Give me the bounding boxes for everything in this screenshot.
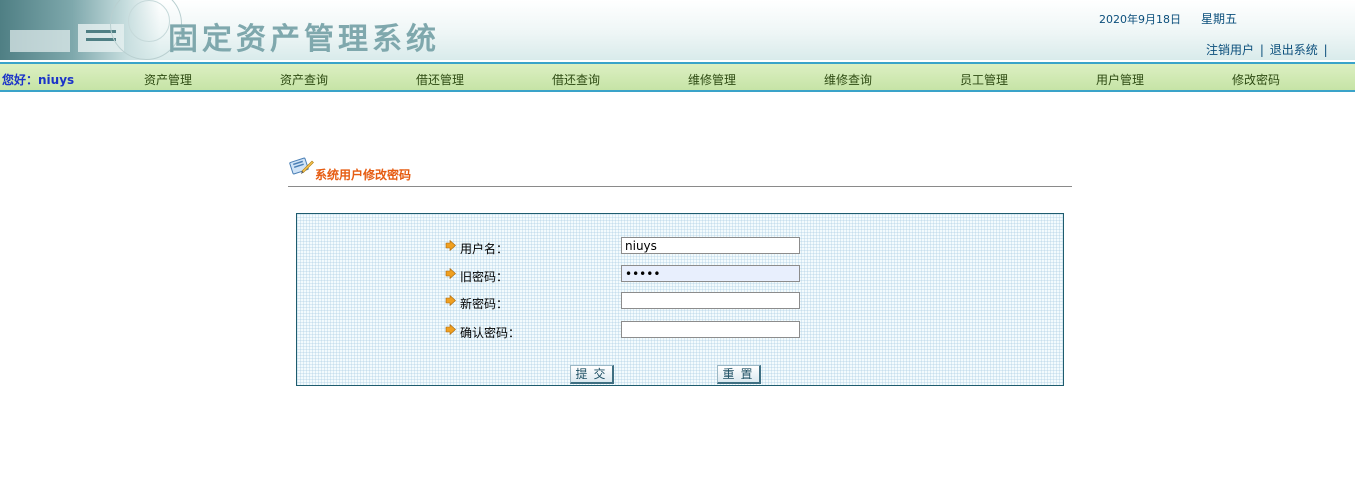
confirm-password-label: 确认密码： [460,326,521,340]
link-separator: | [1323,43,1328,57]
arrow-right-icon [445,324,456,335]
user-greeting: 您好：niuys [2,73,75,87]
nav-item-employee-management[interactable]: 员工管理 [960,71,1008,88]
nav-item-change-password[interactable]: 修改密码 [1232,71,1280,88]
new-password-label: 新密码： [460,297,509,311]
top-links: 注销用户 | 退出系统 | [1206,41,1330,58]
reset-button[interactable]: 重置 [717,365,761,384]
nav-item-loan-query[interactable]: 借还查询 [552,71,600,88]
current-date: 2020年9月18日 [1099,13,1181,26]
old-password-label: 旧密码： [460,270,509,284]
title-divider [288,186,1072,187]
nav-item-loan-management[interactable]: 借还管理 [416,71,464,88]
nav-item-asset-query[interactable]: 资产查询 [280,71,328,88]
logout-user-link[interactable]: 注销用户 [1206,43,1254,57]
current-weekday: 星期五 [1201,12,1238,26]
old-password-input[interactable] [621,265,800,282]
edit-document-icon [289,157,314,175]
arrow-right-icon [445,240,456,251]
new-password-input[interactable] [621,292,800,309]
nav-item-user-management[interactable]: 用户管理 [1096,71,1144,88]
confirm-password-input[interactable] [621,321,800,338]
nav-item-repair-management[interactable]: 维修管理 [688,71,736,88]
system-title: 固定资产管理系统 [168,22,440,57]
nav-item-repair-query[interactable]: 维修查询 [824,71,872,88]
submit-button[interactable]: 提交 [570,365,614,384]
username-input[interactable] [621,237,800,254]
username-label: 用户名： [460,242,509,256]
header-banner: 固定资产管理系统 2020年9月18日 星期五 注销用户 | 退出系统 | [0,0,1355,60]
decorative-swirl-inner [128,0,170,42]
exit-system-link[interactable]: 退出系统 [1270,43,1318,57]
arrow-right-icon [445,295,456,306]
main-nav: 您好：niuys 资产管理 资产查询 借还管理 借还查询 维修管理 维修查询 员… [0,64,1355,92]
nav-item-asset-management[interactable]: 资产管理 [144,71,192,88]
page-title: 系统用户修改密码 [315,168,412,182]
arrow-right-icon [445,268,456,279]
link-separator: | [1259,43,1264,57]
change-password-form: 用户名： 旧密码： 新密码： 确认密码： 提交 重置 [296,213,1064,386]
